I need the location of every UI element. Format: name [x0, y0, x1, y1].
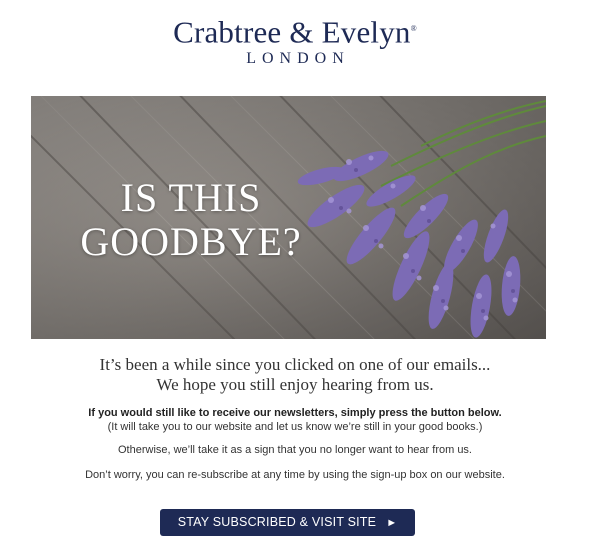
hero-headline-line2: GOODBYE?: [80, 219, 302, 264]
intro-line-2: We hope you still enjoy hearing from us.: [156, 375, 434, 394]
brand-logo[interactable]: Crabtree & Evelyn® LONDON: [0, 12, 590, 68]
hero-banner[interactable]: IS THIS GOODBYE?: [31, 96, 546, 339]
newsletter-instructions: If you would still like to receive our n…: [0, 406, 590, 434]
newsletter-bold-text: If you would still like to receive our n…: [88, 407, 502, 419]
intro-message: It’s been a while since you clicked on o…: [0, 355, 590, 395]
hero-headline-line1: IS THIS: [120, 175, 262, 220]
stay-subscribed-label: STAY SUBSCRIBED & VISIT SITE: [177, 515, 377, 529]
brand-city: LONDON: [246, 50, 350, 68]
newsletter-note-text: (It will take you to our website and let…: [107, 421, 483, 433]
brand-name: Crabtree & Evelyn®: [0, 12, 590, 49]
stay-subscribed-button[interactable]: STAY SUBSCRIBED & VISIT SITE ►: [160, 509, 415, 536]
play-arrow-icon: ►: [386, 517, 398, 529]
brand-name-text: Crabtree & Evelyn: [173, 14, 411, 50]
hero-headline: IS THIS GOODBYE?: [71, 176, 311, 264]
registered-mark: ®: [410, 24, 417, 33]
otherwise-text: Otherwise, we’ll take it as a sign that …: [117, 444, 472, 456]
resubscribe-text: Don’t worry, you can re-subscribe at any…: [85, 469, 505, 481]
intro-line-1: It’s been a while since you clicked on o…: [99, 355, 491, 374]
